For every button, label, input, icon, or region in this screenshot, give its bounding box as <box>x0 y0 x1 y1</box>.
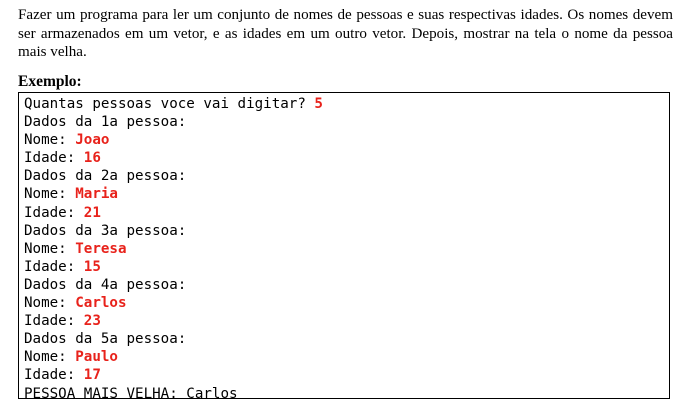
console-line: Idade: 21 <box>24 204 669 222</box>
console-prompt-text: Dados da 1a pessoa: <box>24 114 187 131</box>
console-prompt-text: Nome: <box>24 349 76 366</box>
console-prompt-text: Nome: <box>24 240 76 257</box>
console-user-input: 17 <box>83 367 101 384</box>
console-user-input: Maria <box>75 186 118 203</box>
console-line: Quantas pessoas voce vai digitar? 5 <box>24 95 669 113</box>
exercise-page: Fazer um programa para ler um conjunto d… <box>18 6 673 402</box>
console-line: Nome: Carlos <box>24 294 669 312</box>
console-user-input: Joao <box>75 132 110 149</box>
console-line: Idade: 16 <box>24 149 669 167</box>
console-line: Dados da 1a pessoa: <box>24 113 669 131</box>
exercise-statement: Fazer um programa para ler um conjunto d… <box>18 7 673 60</box>
console-user-input: 23 <box>83 313 101 330</box>
console-line: Dados da 3a pessoa: <box>24 222 669 240</box>
console-prompt-text: Nome: <box>24 186 76 203</box>
console-line: PESSOA MAIS VELHA: Carlos <box>24 385 669 403</box>
console-user-input: Teresa <box>75 240 127 257</box>
example-heading: Exemplo: <box>18 72 82 90</box>
console-output-box: Quantas pessoas voce vai digitar? 5 Dados… <box>18 92 670 402</box>
console-line: Idade: 15 <box>24 258 669 276</box>
console-line: Nome: Joao <box>24 131 669 149</box>
console-user-input: Carlos <box>75 295 127 312</box>
console-prompt-text: Dados da 3a pessoa: <box>24 222 187 239</box>
console-prompt-text: Dados da 4a pessoa: <box>24 276 187 293</box>
console-prompt-text: Idade: <box>24 313 84 330</box>
console-line: Dados da 4a pessoa: <box>24 276 669 294</box>
console-line: Idade: 23 <box>24 312 669 330</box>
console-prompt-text: Dados da 5a pessoa: <box>24 331 187 348</box>
console-line: Nome: Maria <box>24 185 669 203</box>
console-prompt-text: Idade: <box>24 150 84 167</box>
console-prompt-text: Dados da 2a pessoa: <box>24 168 187 185</box>
console-user-input: 21 <box>83 204 101 221</box>
console-prompt-text: Idade: <box>24 204 84 221</box>
console-line: Nome: Teresa <box>24 240 669 258</box>
console-user-input: 5 <box>314 96 323 112</box>
console-line: Nome: Paulo <box>24 348 669 366</box>
console-prompt-text: Quantas pessoas voce vai digitar? <box>24 96 315 112</box>
console-user-input: 15 <box>83 258 101 275</box>
console-prompt-text: Nome: <box>24 295 76 312</box>
console-prompt-text: PESSOA MAIS VELHA: Carlos <box>24 385 238 402</box>
console-prompt-text: Nome: <box>24 132 76 149</box>
console-line: Idade: 17 <box>24 366 669 384</box>
console-line: Dados da 2a pessoa: <box>24 167 669 185</box>
console-user-input: 16 <box>83 150 101 167</box>
console-prompt-text: Idade: <box>24 258 84 275</box>
console-prompt-text: Idade: <box>24 367 84 384</box>
console-line: Dados da 5a pessoa: <box>24 330 669 348</box>
console-user-input: Paulo <box>75 349 118 366</box>
